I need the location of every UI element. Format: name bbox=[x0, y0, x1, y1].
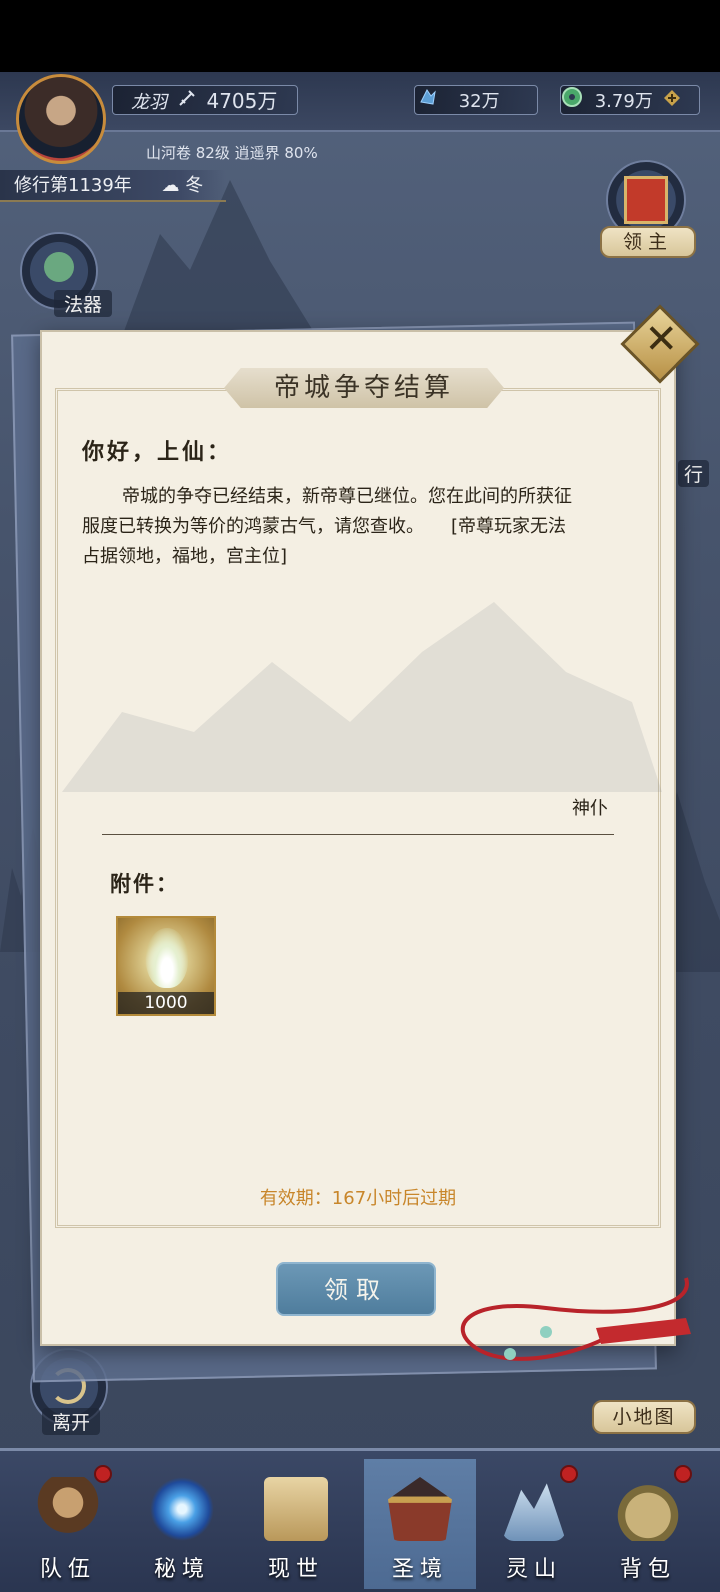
nav-team-label: 队伍 bbox=[39, 1557, 96, 1582]
close-icon: ✕ bbox=[644, 316, 679, 363]
cultivation-year: 修行第1139年 bbox=[14, 175, 132, 196]
bottom-navigation: 队伍 秘境 现世 圣境 灵山 背包 bbox=[0, 1448, 720, 1592]
jade-coin-icon bbox=[561, 86, 583, 118]
player-name: 龙羽 bbox=[131, 92, 167, 113]
player-power: 4705万 bbox=[206, 89, 278, 113]
lord-label: 领主 bbox=[600, 226, 696, 258]
mail-greeting: 你好，上仙： bbox=[82, 439, 233, 465]
attachment-count: 1000 bbox=[118, 992, 214, 1014]
team-hat-icon bbox=[36, 1477, 100, 1541]
notification-dot bbox=[94, 1465, 112, 1483]
season-label: 冬 bbox=[185, 175, 204, 196]
claim-button[interactable]: 领取 bbox=[276, 1262, 436, 1316]
nav-team[interactable]: 队伍 bbox=[12, 1459, 124, 1589]
sword-icon bbox=[177, 88, 197, 118]
player-power-pill: 龙羽 4705万 bbox=[112, 85, 298, 115]
nav-secret-realm-label: 秘境 bbox=[153, 1557, 210, 1582]
mail-dialog: 帝城争夺结算 你好，上仙： 帝城的争夺已经结束，新帝尊已继位。您在此间的所获征服… bbox=[40, 330, 676, 1346]
currency-coin-pill[interactable]: 3.79万 bbox=[560, 85, 700, 115]
hongmeng-qi-icon bbox=[146, 928, 188, 988]
nav-present-world-label: 现世 bbox=[267, 1557, 324, 1582]
mail-title: 帝城争夺结算 bbox=[224, 368, 504, 408]
vortex-icon bbox=[150, 1477, 214, 1541]
red-tassel-decoration bbox=[460, 1277, 691, 1361]
attachment-item[interactable]: 1000 bbox=[116, 916, 216, 1016]
world-scroll-icon bbox=[264, 1477, 328, 1541]
currency-jade-value: 32万 bbox=[458, 91, 500, 112]
nav-holy-realm[interactable]: 圣境 bbox=[364, 1459, 476, 1589]
artifact-icon bbox=[44, 252, 74, 282]
player-avatar[interactable] bbox=[16, 74, 106, 164]
mail-body: 帝城的争夺已经结束，新帝尊已继位。您在此间的所获征服度已转换为等价的鸿蒙古气，请… bbox=[82, 486, 572, 567]
minimap-button[interactable]: 小地图 bbox=[592, 1400, 696, 1434]
scroll-icon bbox=[624, 176, 668, 224]
currency-jade-pill[interactable]: 32万 bbox=[414, 85, 538, 115]
mail-sender: 神仆 bbox=[572, 798, 608, 819]
nav-present-world[interactable]: 现世 bbox=[240, 1459, 352, 1589]
realm-info: 山河卷 82级 逍遥界 80% bbox=[146, 144, 318, 162]
notification-dot bbox=[560, 1465, 578, 1483]
partial-right-label: 行 bbox=[678, 460, 710, 487]
nav-backpack-label: 背包 bbox=[619, 1557, 676, 1582]
attachments-label: 附件： bbox=[110, 871, 179, 896]
currency-coin-value: 3.79万 bbox=[594, 91, 653, 112]
cultivation-year-bar: 修行第1139年 ☁ 冬 bbox=[0, 170, 226, 202]
mail-divider bbox=[102, 834, 614, 835]
bag-icon bbox=[616, 1477, 680, 1541]
artifact-label: 法器 bbox=[54, 290, 113, 317]
nav-holy-realm-label: 圣境 bbox=[391, 1557, 448, 1582]
nav-spirit-mountain[interactable]: 灵山 bbox=[478, 1459, 590, 1589]
palace-icon bbox=[388, 1477, 452, 1541]
game-scene: 龙羽 4705万 32万 3.79万 山河卷 82级 逍遥界 80% 修行第11… bbox=[0, 72, 720, 1592]
add-currency-icon[interactable] bbox=[663, 87, 681, 117]
nav-backpack[interactable]: 背包 bbox=[592, 1459, 704, 1589]
mail-expiry: 有效期：167小时后过期 bbox=[259, 1188, 457, 1209]
jade-crystal-icon bbox=[417, 86, 439, 118]
nav-secret-realm[interactable]: 秘境 bbox=[126, 1459, 238, 1589]
cloud-icon: ☁ bbox=[161, 175, 180, 196]
notification-dot bbox=[674, 1465, 692, 1483]
mountain-icon bbox=[502, 1483, 566, 1541]
top-status-bar: 龙羽 4705万 32万 3.79万 bbox=[0, 72, 720, 132]
leave-label: 离开 bbox=[42, 1408, 101, 1435]
nav-spirit-mountain-label: 灵山 bbox=[505, 1557, 562, 1582]
